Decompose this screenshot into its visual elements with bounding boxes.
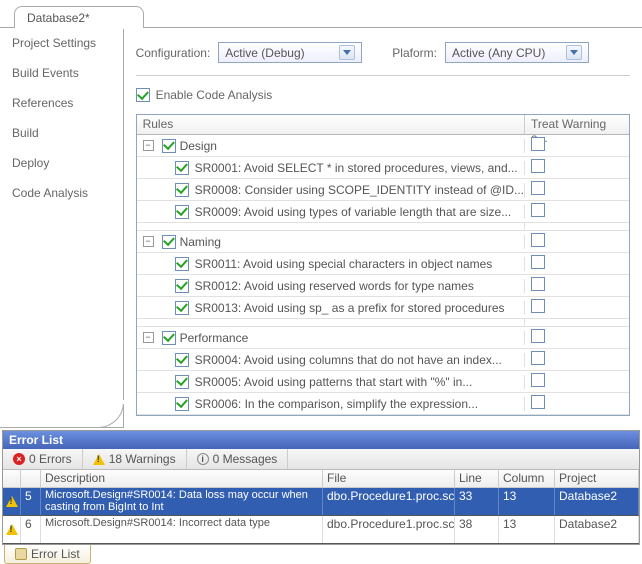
- treat-warning-checkbox[interactable]: [531, 181, 545, 195]
- warning-icon: [6, 496, 18, 507]
- column-header-project[interactable]: Project: [555, 470, 639, 487]
- error-list-icon: [15, 548, 27, 560]
- sidebar-item-references[interactable]: References: [0, 88, 123, 118]
- error-row[interactable]: 5 Microsoft.Design#SR0014: Data loss may…: [3, 488, 639, 516]
- sidebar-item-deploy[interactable]: Deploy: [0, 148, 123, 178]
- column-header-treat[interactable]: Treat Warning a...: [525, 115, 629, 134]
- rule-row[interactable]: SR0008: Consider using SCOPE_IDENTITY in…: [137, 179, 629, 201]
- sidebar-item-build[interactable]: Build: [0, 118, 123, 148]
- treat-warning-checkbox[interactable]: [531, 233, 545, 247]
- treat-warning-checkbox[interactable]: [531, 159, 545, 173]
- column-header-file[interactable]: File: [323, 470, 455, 487]
- rule-row[interactable]: SR0012: Avoid using reserved words for t…: [137, 275, 629, 297]
- treat-warning-checkbox[interactable]: [531, 277, 545, 291]
- rule-checkbox[interactable]: [175, 397, 189, 411]
- document-tab-title: Database2*: [27, 11, 90, 25]
- platform-value: Active (Any CPU): [452, 46, 545, 60]
- rules-grid: Rules Treat Warning a... − Design SR0001…: [136, 114, 630, 416]
- warning-icon: [6, 524, 18, 535]
- treat-warning-checkbox[interactable]: [531, 351, 545, 365]
- treat-warning-checkbox[interactable]: [531, 395, 545, 409]
- rule-row[interactable]: SR0009: Avoid using types of variable le…: [137, 201, 629, 223]
- configuration-combo[interactable]: Active (Debug): [218, 42, 362, 63]
- treat-warning-checkbox[interactable]: [531, 299, 545, 313]
- treat-warning-checkbox[interactable]: [531, 137, 545, 151]
- column-header-column[interactable]: Column: [499, 470, 555, 487]
- error-row[interactable]: 6 Microsoft.Design#SR0014: Incorrect dat…: [3, 516, 639, 544]
- rule-checkbox[interactable]: [175, 183, 189, 197]
- column-header-description[interactable]: Description: [41, 470, 323, 487]
- filter-warnings-button[interactable]: 18 Warnings: [83, 449, 187, 469]
- sidebar: Project Settings Build Events References…: [0, 28, 124, 428]
- rule-row[interactable]: SR0004: Avoid using columns that do not …: [137, 349, 629, 371]
- rules-group-design[interactable]: − Design: [137, 135, 629, 157]
- warning-icon: [93, 454, 105, 465]
- group-checkbox[interactable]: [162, 139, 176, 153]
- rule-row[interactable]: SR0001: Avoid SELECT * in stored procedu…: [137, 157, 629, 179]
- enable-code-analysis-checkbox[interactable]: [136, 88, 150, 102]
- error-icon: ×: [13, 453, 25, 465]
- rule-row[interactable]: SR0006: In the comparison, simplify the …: [137, 393, 629, 415]
- rule-row[interactable]: SR0013: Avoid using sp_ as a prefix for …: [137, 297, 629, 319]
- rule-row[interactable]: SR0005: Avoid using patterns that start …: [137, 371, 629, 393]
- treat-warning-checkbox[interactable]: [531, 329, 545, 343]
- sidebar-item-project-settings[interactable]: Project Settings: [0, 28, 123, 58]
- filter-errors-button[interactable]: × 0 Errors: [3, 449, 83, 469]
- treat-warning-checkbox[interactable]: [531, 203, 545, 217]
- platform-label: Plaform:: [392, 46, 437, 60]
- message-icon: i: [197, 453, 209, 465]
- rule-checkbox[interactable]: [175, 205, 189, 219]
- platform-combo[interactable]: Active (Any CPU): [445, 42, 589, 63]
- rule-checkbox[interactable]: [175, 353, 189, 367]
- error-list-title: Error List: [3, 431, 639, 449]
- document-tab[interactable]: Database2*: [14, 6, 144, 28]
- filter-messages-button[interactable]: i 0 Messages: [187, 449, 289, 469]
- rule-checkbox[interactable]: [175, 279, 189, 293]
- group-checkbox[interactable]: [162, 331, 176, 345]
- rule-checkbox[interactable]: [175, 375, 189, 389]
- rules-group-naming[interactable]: − Naming: [137, 231, 629, 253]
- treat-warning-checkbox[interactable]: [531, 373, 545, 387]
- collapse-icon[interactable]: −: [143, 236, 154, 247]
- treat-warning-checkbox[interactable]: [531, 255, 545, 269]
- chevron-down-icon: [566, 45, 582, 60]
- column-header-line[interactable]: Line: [455, 470, 499, 487]
- error-list-panel: Error List × 0 Errors 18 Warnings i 0 Me…: [2, 430, 640, 545]
- column-header-icon[interactable]: [3, 470, 21, 487]
- group-checkbox[interactable]: [162, 235, 176, 249]
- sidebar-item-build-events[interactable]: Build Events: [0, 58, 123, 88]
- rules-group-performance[interactable]: − Performance: [137, 327, 629, 349]
- tab-error-list[interactable]: Error List: [4, 545, 91, 564]
- configuration-value: Active (Debug): [225, 46, 304, 60]
- column-header-num[interactable]: [21, 470, 41, 487]
- collapse-icon[interactable]: −: [143, 332, 154, 343]
- rule-checkbox[interactable]: [175, 301, 189, 315]
- rule-checkbox[interactable]: [175, 257, 189, 271]
- configuration-label: Configuration:: [136, 46, 211, 60]
- collapse-icon[interactable]: −: [143, 140, 154, 151]
- column-header-rules[interactable]: Rules: [137, 115, 525, 134]
- enable-code-analysis-label: Enable Code Analysis: [156, 88, 273, 102]
- rule-checkbox[interactable]: [175, 161, 189, 175]
- sidebar-item-code-analysis[interactable]: Code Analysis: [0, 178, 123, 208]
- chevron-down-icon: [339, 45, 355, 60]
- rule-row[interactable]: SR0011: Avoid using special characters i…: [137, 253, 629, 275]
